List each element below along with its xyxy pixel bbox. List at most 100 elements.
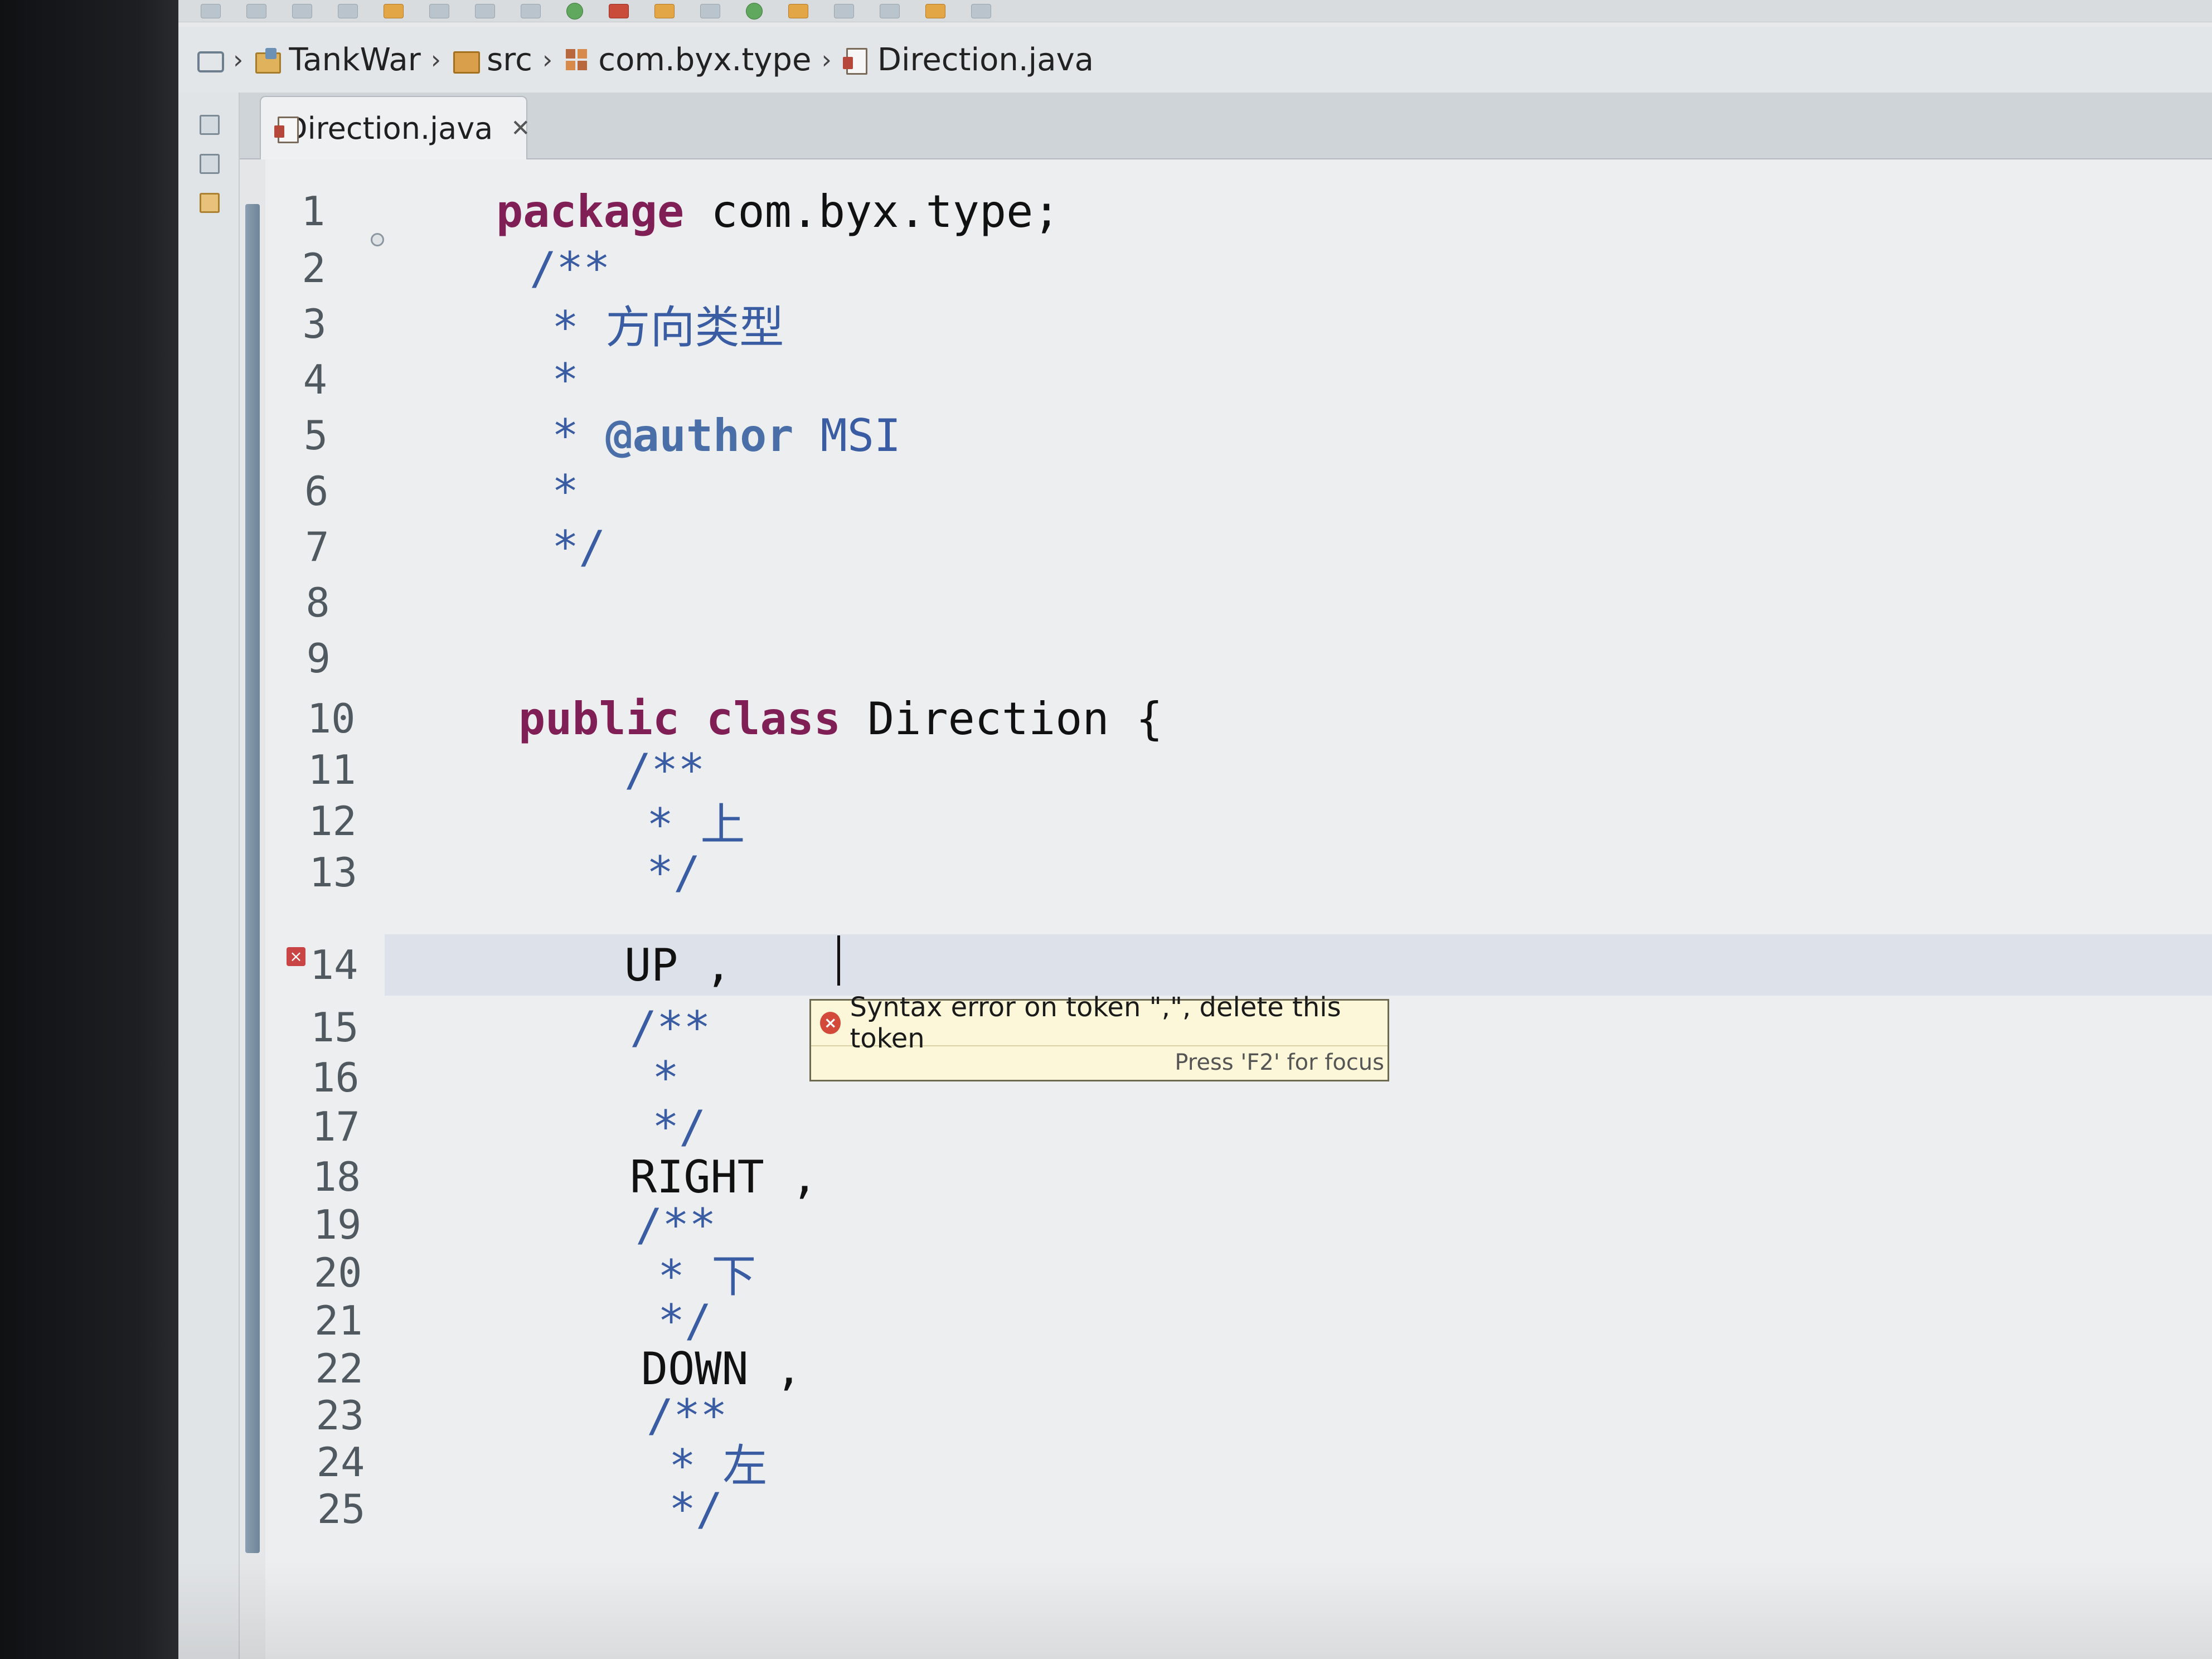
toolbar-button[interactable]	[971, 3, 991, 18]
code-token: */	[652, 1100, 706, 1153]
toolbar-button[interactable]	[292, 3, 312, 18]
toolbar-button[interactable]	[880, 3, 900, 18]
main-toolbar	[178, 0, 2212, 22]
line-number: 11	[308, 746, 356, 793]
code-line[interactable]: 2 /**	[240, 237, 2212, 299]
breadcrumb-separator: ›	[233, 45, 244, 75]
editor-tab-bar: Direction.java ✕	[240, 93, 2212, 159]
restore-icon[interactable]	[200, 115, 220, 135]
line-number: 1	[301, 188, 326, 235]
code-token: class	[706, 692, 841, 745]
toolbar-button[interactable]	[834, 3, 854, 18]
code-token: Direction {	[840, 692, 1163, 745]
breadcrumb-separator: ›	[430, 45, 442, 75]
breadcrumb-label: com.byx.type	[598, 41, 812, 78]
toolbar-button[interactable]	[521, 3, 541, 18]
line-number: 14	[309, 942, 358, 988]
code-token: UP ,	[624, 939, 732, 991]
code-line[interactable]: 9	[240, 628, 2212, 689]
code-text: package com.byx.type;	[496, 186, 1060, 237]
code-token: com.byx.type;	[684, 185, 1060, 237]
code-text: * @author MSI	[552, 410, 901, 462]
line-number: 4	[303, 356, 327, 403]
breadcrumb-separator: ›	[542, 45, 553, 75]
screen-shade	[178, 1561, 2212, 1659]
toolbar-button[interactable]	[338, 3, 358, 18]
code-line[interactable]: 14 UP ,	[240, 934, 2212, 996]
code-line[interactable]: 6 *	[240, 460, 2212, 522]
code-text: /**	[624, 744, 705, 796]
code-line[interactable]: 8	[240, 572, 2212, 633]
toolbar-button[interactable]	[654, 3, 675, 18]
line-number: 2	[302, 245, 326, 292]
error-icon: ×	[820, 1012, 841, 1034]
code-token: *	[552, 302, 606, 353]
toolbar-button[interactable]	[201, 3, 221, 18]
tab-direction-java[interactable]: Direction.java ✕	[260, 96, 530, 159]
breadcrumb-label: src	[487, 41, 532, 78]
toolbar-button[interactable]	[788, 3, 808, 18]
code-line[interactable]: 5 * @author MSI	[240, 405, 2212, 466]
breadcrumb-separator: ›	[821, 45, 832, 75]
toolbar-button[interactable]	[429, 3, 449, 18]
line-number: 13	[309, 849, 358, 896]
code-token: /**	[624, 744, 705, 796]
toolbar-button[interactable]	[609, 3, 629, 18]
tooltip-message-row: × Syntax error on token ",", delete this…	[811, 992, 1388, 1054]
code-token: 方向类型	[605, 302, 784, 353]
code-line[interactable]: 4 *	[240, 349, 2212, 410]
code-token: MSI	[793, 409, 901, 462]
code-token: */	[669, 1483, 723, 1535]
navigate-icon[interactable]	[195, 46, 224, 74]
line-number: 8	[305, 579, 330, 626]
code-line[interactable]: 25 */	[240, 1478, 2212, 1540]
error-tooltip[interactable]: × Syntax error on token ",", delete this…	[809, 992, 1389, 1081]
line-number: 17	[312, 1103, 360, 1150]
breadcrumb: › TankWar › src › com.byx.type › Directi…	[178, 27, 2212, 93]
text-caret	[837, 935, 840, 986]
code-token: *	[552, 353, 579, 406]
breadcrumb-item-project[interactable]: TankWar	[253, 42, 421, 78]
code-text: /**	[630, 1002, 711, 1054]
code-text: * 方向类型	[552, 292, 784, 356]
toolbar-button[interactable]	[700, 3, 720, 18]
package-explorer-icon[interactable]	[200, 193, 220, 213]
line-number: 20	[313, 1249, 362, 1296]
breadcrumb-item-file[interactable]: Direction.java	[842, 42, 1094, 78]
toolbar-button[interactable]	[246, 3, 266, 18]
tooltip-message: Syntax error on token ",", delete this t…	[850, 992, 1341, 1054]
code-line[interactable]: 7 */	[240, 516, 2212, 578]
outline-icon[interactable]	[200, 154, 220, 174]
toolbar-button[interactable]	[925, 3, 945, 18]
code-text: */	[669, 1483, 722, 1535]
tooltip-hint: Press 'F2' for focus	[1175, 1050, 1384, 1075]
code-token: */	[647, 846, 701, 899]
code-text: public class Direction {	[518, 693, 1163, 745]
line-number: 15	[310, 1004, 359, 1051]
run-icon[interactable]	[566, 2, 583, 20]
line-number: 19	[313, 1201, 362, 1248]
toolbar-button[interactable]	[384, 3, 404, 18]
project-icon	[253, 46, 282, 74]
eclipse-window: › TankWar › src › com.byx.type › Directi…	[178, 0, 2212, 1659]
code-text: *	[552, 465, 579, 517]
package-icon	[562, 46, 590, 74]
code-text: /**	[530, 242, 610, 294]
line-number: 9	[306, 635, 331, 682]
code-line[interactable]: 13 */	[240, 842, 2212, 903]
source-folder-icon	[451, 46, 481, 74]
breadcrumb-item-src[interactable]: src	[451, 42, 532, 78]
line-number: 10	[307, 695, 356, 742]
line-number: 7	[305, 523, 329, 570]
code-token: @author	[605, 409, 794, 462]
close-icon[interactable]: ✕	[511, 117, 530, 140]
code-token: *	[552, 409, 606, 462]
breadcrumb-item-package[interactable]: com.byx.type	[562, 42, 811, 78]
code-token: public	[518, 692, 680, 745]
toolbar-button[interactable]	[475, 3, 495, 18]
code-editor[interactable]: × 1 package com.byx.type; 2/** 3 * 方向类型 4 * 5 * …	[240, 159, 2212, 1659]
toolbar-button[interactable]	[746, 2, 763, 20]
code-line[interactable]: 1 package com.byx.type;	[240, 181, 2212, 242]
code-line[interactable]: 3 * 方向类型	[240, 293, 2212, 355]
line-number: 5	[303, 412, 328, 459]
